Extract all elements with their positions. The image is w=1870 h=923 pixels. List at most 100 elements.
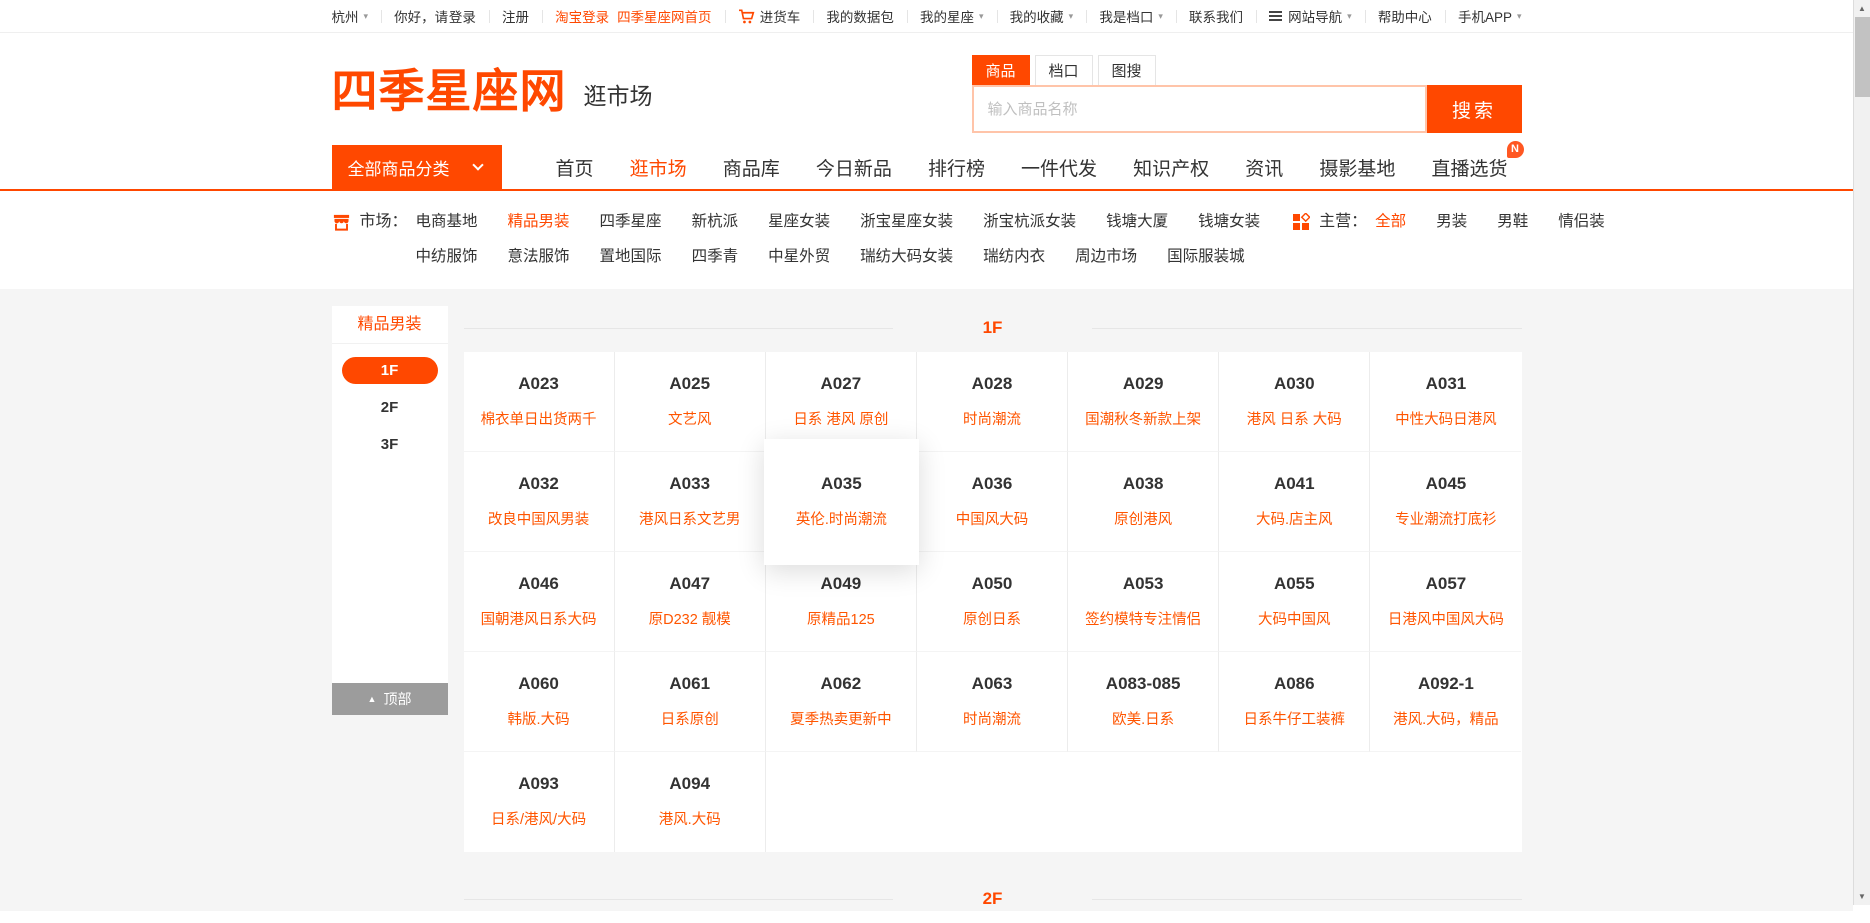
stall-cell-A063[interactable]: A063时尚潮流	[917, 652, 1068, 752]
back-to-top-button[interactable]: ▲顶部	[332, 683, 448, 715]
stall-code: A092-1	[1370, 674, 1521, 694]
main-option-men-shoes[interactable]: 男鞋	[1497, 207, 1528, 277]
nav-product-library[interactable]: 商品库	[723, 154, 780, 181]
nav-photo-base[interactable]: 摄影基地	[1319, 154, 1395, 181]
stall-code: A047	[615, 574, 765, 594]
all-categories-button[interactable]: 全部商品分类	[332, 145, 502, 189]
stall-cell-A025[interactable]: A025文艺风	[615, 352, 766, 452]
market-item[interactable]: 浙宝星座女装	[860, 207, 953, 237]
my-xingzuo-menu[interactable]: 我的星座 ▾	[920, 6, 984, 26]
stall-cell-A030[interactable]: A030港风 日系 大码	[1219, 352, 1370, 452]
login-link[interactable]: 登录	[449, 6, 476, 26]
cart-link[interactable]: 进货车	[738, 6, 801, 26]
nav-market[interactable]: 逛市场	[630, 154, 687, 181]
floor-item-2f[interactable]: 2F	[342, 394, 438, 421]
contact-link[interactable]: 联系我们	[1189, 6, 1243, 26]
market-item-active[interactable]: 精品男装	[508, 207, 570, 237]
nav-ranking[interactable]: 排行榜	[928, 154, 985, 181]
stall-desc: 原精品125	[766, 608, 916, 629]
stall-cell-A029[interactable]: A029国潮秋冬新款上架	[1068, 352, 1219, 452]
stall-cell-A032[interactable]: A032改良中国风男装	[464, 452, 615, 552]
main-option-couple[interactable]: 情侣装	[1558, 207, 1605, 277]
market-item[interactable]: 钱塘大厦	[1106, 207, 1168, 237]
stall-cell-A035-hovered[interactable]: A035英伦.时尚潮流	[766, 452, 917, 552]
stall-cell-A033[interactable]: A033港风日系文艺男	[615, 452, 766, 552]
site-home-link[interactable]: 四季星座网首页	[617, 6, 712, 26]
stall-code: A062	[766, 674, 916, 694]
stall-cell-A027[interactable]: A027日系 港风 原创	[766, 352, 917, 452]
stall-cell-A028[interactable]: A028时尚潮流	[917, 352, 1068, 452]
market-item[interactable]: 意法服饰	[508, 242, 570, 272]
nav-live-selection[interactable]: 直播选货 N	[1431, 154, 1507, 181]
stall-cell-A061[interactable]: A061日系原创	[615, 652, 766, 752]
market-item[interactable]: 四季星座	[600, 207, 662, 237]
floor-item-1f[interactable]: 1F	[342, 357, 438, 384]
taobao-login-link[interactable]: 淘宝登录	[555, 6, 609, 26]
stall-cell-A023[interactable]: A023棉衣单日出货两千	[464, 352, 615, 452]
market-item[interactable]: 置地国际	[600, 242, 662, 272]
my-favorites-menu[interactable]: 我的收藏 ▾	[1010, 6, 1074, 26]
search-input[interactable]	[972, 85, 1427, 133]
stall-cell-A092-1[interactable]: A092-1港风.大码，精品	[1370, 652, 1521, 752]
my-data-link[interactable]: 我的数据包	[826, 6, 894, 26]
stall-cell-A057[interactable]: A057日港风中国风大码	[1370, 552, 1521, 652]
mobile-app-menu[interactable]: 手机APP ▾	[1458, 6, 1522, 26]
stall-cell-A094[interactable]: A094港风.大码	[615, 752, 766, 852]
search-button[interactable]: 搜索	[1427, 85, 1522, 133]
nav-news[interactable]: 资讯	[1245, 154, 1283, 181]
stall-cell-A053[interactable]: A053签约模特专注情侣	[1068, 552, 1219, 652]
nav-dropshipping[interactable]: 一件代发	[1021, 154, 1097, 181]
stall-cell-A031[interactable]: A031中性大码日港风	[1370, 352, 1521, 452]
im-stall-menu[interactable]: 我是档口 ▾	[1099, 6, 1163, 26]
stall-code: A030	[1219, 374, 1369, 394]
register-link[interactable]: 注册	[502, 6, 529, 26]
stall-grid: A023棉衣单日出货两千 A025文艺风 A027日系 港风 原创 A028时尚…	[464, 352, 1522, 852]
main-option-menswear[interactable]: 男装	[1436, 207, 1467, 277]
market-item[interactable]: 瑞纺内衣	[983, 242, 1045, 272]
help-link[interactable]: 帮助中心	[1378, 6, 1432, 26]
scrollbar[interactable]: ▲ ▼	[1853, 0, 1870, 905]
stall-cell-A062[interactable]: A062夏季热卖更新中	[766, 652, 917, 752]
nav-home[interactable]: 首页	[556, 154, 594, 181]
market-item[interactable]: 周边市场	[1075, 242, 1137, 272]
scroll-up-arrow[interactable]: ▲	[1854, 0, 1870, 17]
tab-stall[interactable]: 档口	[1035, 55, 1093, 85]
market-row-1: 电商基地 精品男装 四季星座 新杭派 星座女装 浙宝星座女装 浙宝杭派女装 钱塘…	[416, 207, 1261, 237]
stall-cell-A036[interactable]: A036中国风大码	[917, 452, 1068, 552]
market-item[interactable]: 瑞纺大码女装	[860, 242, 953, 272]
stall-desc: 大码中国风	[1219, 608, 1369, 629]
stall-cell-A047[interactable]: A047原D232 靓模	[615, 552, 766, 652]
site-nav-menu[interactable]: 网站导航 ▾	[1269, 6, 1352, 26]
market-item[interactable]: 四季青	[692, 242, 739, 272]
stall-cell-A083-085[interactable]: A083-085欧美.日系	[1068, 652, 1219, 752]
stall-cell-A038[interactable]: A038原创港风	[1068, 452, 1219, 552]
site-logo[interactable]: 四季星座网 逛市场	[332, 59, 653, 117]
stall-cell-A093[interactable]: A093日系/港风/大码	[464, 752, 615, 852]
floor-item-3f[interactable]: 3F	[342, 431, 438, 458]
stall-cell-A055[interactable]: A055大码中国风	[1219, 552, 1370, 652]
market-item[interactable]: 电商基地	[416, 207, 478, 237]
tab-image-search[interactable]: 图搜	[1098, 55, 1156, 85]
stall-cell-A049[interactable]: A049原精品125	[766, 552, 917, 652]
market-item[interactable]: 星座女装	[768, 207, 830, 237]
main-option-all[interactable]: 全部	[1375, 207, 1406, 277]
stall-cell-A045[interactable]: A045专业潮流打底衫	[1370, 452, 1521, 552]
market-item[interactable]: 中纺服饰	[416, 242, 478, 272]
stall-cell-A060[interactable]: A060韩版.大码	[464, 652, 615, 752]
stall-cell-A041[interactable]: A041大码.店主风	[1219, 452, 1370, 552]
stall-code: A032	[464, 474, 614, 494]
stall-cell-A046[interactable]: A046国朝港风日系大码	[464, 552, 615, 652]
scrollbar-thumb[interactable]	[1855, 17, 1870, 97]
market-item[interactable]: 国际服装城	[1167, 242, 1245, 272]
market-item[interactable]: 浙宝杭派女装	[983, 207, 1076, 237]
nav-new-today[interactable]: 今日新品	[816, 154, 892, 181]
market-item[interactable]: 钱塘女装	[1198, 207, 1260, 237]
market-item[interactable]: 中星外贸	[768, 242, 830, 272]
scroll-down-arrow[interactable]: ▼	[1854, 888, 1870, 905]
market-item[interactable]: 新杭派	[692, 207, 739, 237]
city-selector[interactable]: 杭州 ▾	[332, 6, 369, 26]
nav-ip[interactable]: 知识产权	[1133, 154, 1209, 181]
stall-cell-A086[interactable]: A086日系牛仔工装裤	[1219, 652, 1370, 752]
stall-cell-A050[interactable]: A050原创日系	[917, 552, 1068, 652]
tab-product[interactable]: 商品	[972, 55, 1030, 85]
